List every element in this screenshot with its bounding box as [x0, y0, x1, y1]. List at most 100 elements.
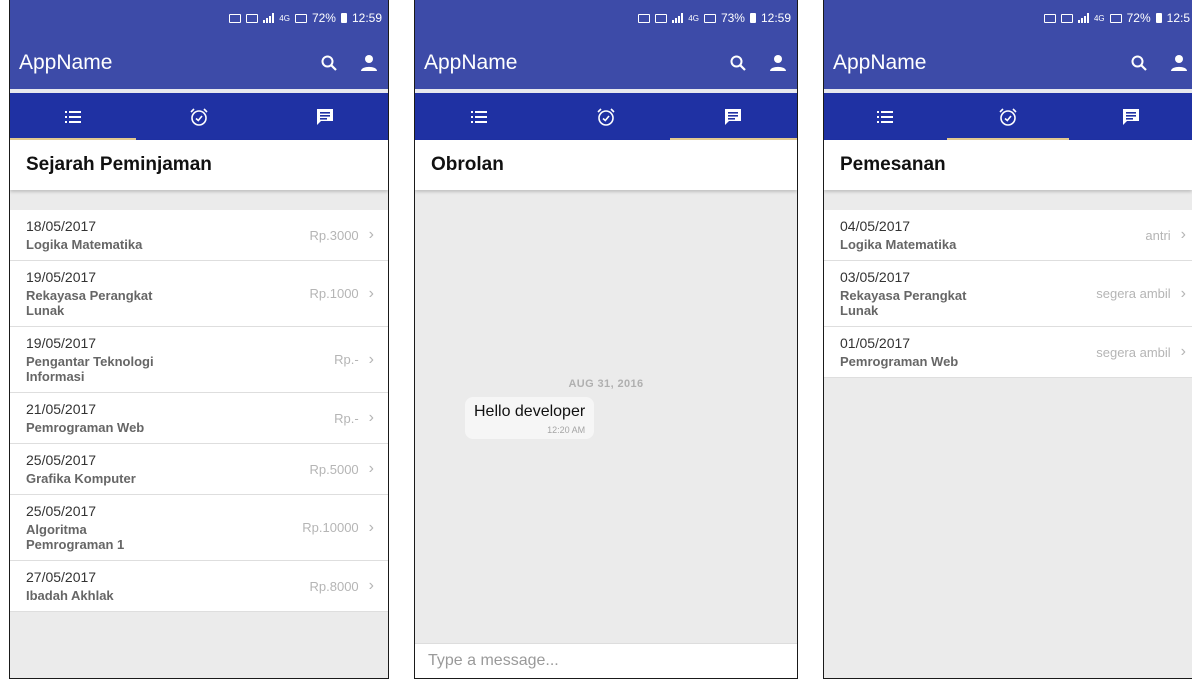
- battery-icon: [1155, 13, 1162, 23]
- tab-reservation[interactable]: [542, 93, 669, 140]
- cast-icon: [1043, 13, 1056, 23]
- item-price: Rp.-: [334, 410, 359, 426]
- list-item[interactable]: 27/05/2017 Ibadah Akhlak Rp.8000 ›: [10, 561, 388, 612]
- data-icon: [1109, 13, 1122, 23]
- item-date: 25/05/2017: [26, 452, 97, 468]
- item-status: segera ambil: [1096, 286, 1171, 301]
- cast-icon: [229, 13, 242, 23]
- battery-icon: [749, 13, 756, 23]
- network-type: 4G: [688, 13, 699, 23]
- list-item[interactable]: 01/05/2017 Pemrograman Web segera ambil ›: [824, 327, 1192, 378]
- page-title: Sejarah Peminjaman: [10, 140, 388, 190]
- tab-bar: [10, 89, 388, 140]
- data-icon: [703, 13, 716, 23]
- item-status: antri: [1145, 227, 1171, 243]
- list-item[interactable]: 04/05/2017 Logika Matematika antri ›: [824, 210, 1192, 261]
- item-date: 04/05/2017: [840, 218, 911, 234]
- list-item[interactable]: 21/05/2017 Pemrograman Web Rp.- ›: [10, 393, 388, 444]
- search-icon[interactable]: [1130, 54, 1148, 72]
- tab-history[interactable]: [10, 93, 136, 140]
- status-bar: 4G 73% 12:59: [415, 0, 797, 36]
- list-item[interactable]: 03/05/2017 Rekayasa Perangkat Lunak seger…: [824, 261, 1192, 327]
- item-title: Pemrograman Web: [26, 420, 145, 435]
- list-icon: [470, 110, 487, 123]
- item-price: Rp.8000: [309, 578, 359, 594]
- list-item[interactable]: 25/05/2017 Algoritma Pemrograman 1 Rp.100…: [10, 495, 388, 561]
- item-title: Pengantar Teknologi Informasi: [26, 354, 154, 384]
- list-icon: [877, 110, 894, 123]
- chat-icon: [1122, 108, 1140, 126]
- tab-chat[interactable]: [1069, 93, 1192, 140]
- item-price: Rp.1000: [309, 286, 359, 301]
- app-title: AppName: [19, 50, 113, 74]
- chevron-right-icon: ›: [368, 284, 374, 302]
- screen-chat: 4G 73% 12:59 AppName Obrolan AUG 31, 201…: [414, 0, 798, 679]
- app-bar: AppName: [415, 36, 797, 89]
- clock: 12:59: [351, 11, 382, 25]
- chevron-right-icon: ›: [368, 409, 374, 426]
- status-bar: 4G 72% 12:59: [10, 0, 388, 36]
- battery-level: 72%: [311, 11, 336, 25]
- item-price: Rp.10000: [302, 520, 359, 535]
- notification-icon: [655, 13, 668, 23]
- account-icon[interactable]: [1170, 54, 1188, 72]
- reservation-list: 04/05/2017 Logika Matematika antri › 03/0…: [824, 210, 1192, 378]
- list-item[interactable]: 18/05/2017 Logika Matematika Rp.3000 ›: [10, 210, 388, 261]
- tab-chat[interactable]: [262, 93, 388, 140]
- screen-reservation: 4G 72% 12:5 AppName Pemesanan 04/05/2017…: [823, 0, 1192, 679]
- list-icon: [65, 110, 81, 123]
- message-time: 12:20 AM: [547, 425, 586, 435]
- battery-level: 72%: [1126, 11, 1151, 25]
- message-bubble[interactable]: Hello developer 12:20 AM: [465, 397, 595, 439]
- message-input[interactable]: Type a message...: [415, 643, 797, 678]
- alarm-icon: [998, 107, 1018, 127]
- tab-history[interactable]: [415, 93, 542, 140]
- notification-icon: [246, 13, 259, 23]
- chevron-right-icon: ›: [1180, 343, 1186, 360]
- search-icon[interactable]: [729, 54, 747, 72]
- item-date: 18/05/2017: [26, 218, 97, 234]
- item-title: Ibadah Akhlak: [26, 588, 114, 603]
- item-title: Algoritma Pemrograman 1: [26, 522, 125, 552]
- alarm-icon: [596, 107, 616, 127]
- tab-chat[interactable]: [669, 93, 797, 140]
- app-bar: AppName: [824, 36, 1192, 89]
- chat-icon: [724, 108, 742, 126]
- account-icon[interactable]: [769, 54, 787, 72]
- data-icon: [294, 13, 307, 23]
- list-item[interactable]: 25/05/2017 Grafika Komputer Rp.5000 ›: [10, 444, 388, 495]
- chevron-right-icon: ›: [368, 577, 374, 594]
- chevron-right-icon: ›: [368, 226, 374, 243]
- chevron-right-icon: ›: [368, 350, 374, 368]
- item-title: Logika Matematika: [840, 237, 957, 252]
- clock: 12:59: [760, 11, 791, 25]
- signal-icon: [1077, 13, 1089, 23]
- alarm-icon: [189, 107, 209, 127]
- status-bar: 4G 72% 12:5: [824, 0, 1192, 36]
- item-price: Rp.5000: [309, 461, 359, 477]
- network-type: 4G: [1093, 13, 1105, 23]
- signal-icon: [263, 13, 275, 23]
- list-item[interactable]: 19/05/2017 Pengantar Teknologi Informasi …: [10, 327, 388, 393]
- item-date: 03/05/2017: [840, 269, 911, 285]
- item-title: Rekayasa Perangkat Lunak: [26, 288, 153, 318]
- tab-reservation[interactable]: [136, 93, 262, 140]
- tab-bar: [415, 89, 797, 140]
- account-icon[interactable]: [360, 54, 378, 72]
- chevron-right-icon: ›: [1180, 226, 1186, 243]
- search-icon[interactable]: [320, 54, 338, 72]
- chevron-right-icon: ›: [368, 518, 374, 536]
- tab-reservation[interactable]: [946, 93, 1070, 140]
- item-date: 19/05/2017: [26, 269, 97, 285]
- item-title: Pemrograman Web: [840, 354, 959, 369]
- app-bar: AppName: [10, 36, 388, 89]
- chat-date-label: AUG 31, 2016: [568, 378, 644, 390]
- tab-history[interactable]: [824, 93, 947, 140]
- list-item[interactable]: 19/05/2017 Rekayasa Perangkat Lunak Rp.10…: [10, 261, 388, 327]
- item-title: Logika Matematika: [26, 237, 143, 252]
- item-date: 19/05/2017: [26, 335, 97, 351]
- chevron-right-icon: ›: [1180, 284, 1186, 302]
- cast-icon: [638, 13, 651, 23]
- app-title: AppName: [833, 50, 927, 74]
- page-title: Pemesanan: [824, 140, 1192, 190]
